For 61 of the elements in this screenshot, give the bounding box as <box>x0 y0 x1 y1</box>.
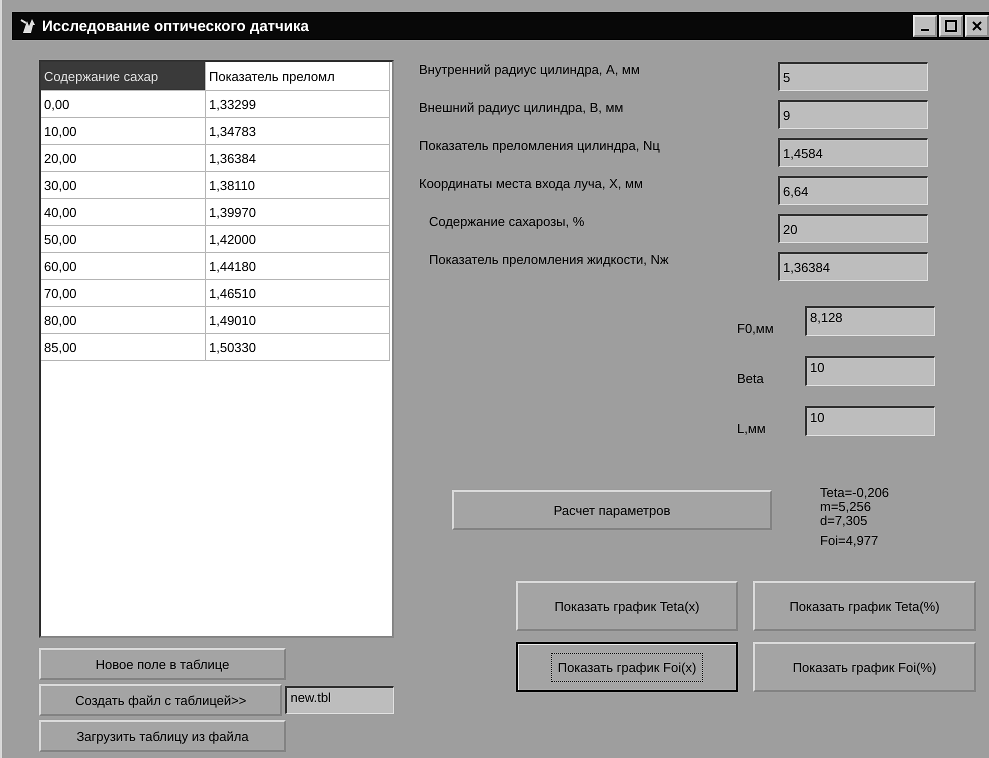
table-cell: 1,46510 <box>206 280 390 307</box>
table-cell: 1,33299 <box>206 91 390 118</box>
table-cell: 60,00 <box>41 253 206 280</box>
table-cell: 40,00 <box>41 199 206 226</box>
table-button[interactable]: Создать файл с таблицей>> <box>39 684 282 716</box>
maximize-button[interactable] <box>939 15 963 37</box>
minimize-icon <box>921 29 929 31</box>
chart-button[interactable]: Показать график Teta(%) <box>753 581 976 631</box>
chart-button[interactable]: Показать график Teta(x) <box>516 581 738 631</box>
table-button[interactable]: Новое поле в таблице <box>39 648 286 680</box>
parameter-label: Координаты места входа луча, X, мм <box>419 176 644 191</box>
parameter-label: L,мм <box>737 421 767 436</box>
table-cell: 1,38110 <box>206 172 390 199</box>
table-cell: 1,36384 <box>206 145 390 172</box>
table-cell: 70,00 <box>41 280 206 307</box>
table-cell: 10,00 <box>41 118 206 145</box>
parameter-label: Показатель преломления цилиндра, Nц <box>419 138 661 153</box>
minimize-button[interactable] <box>913 15 937 37</box>
parameter-label: F0,мм <box>737 321 775 336</box>
parameter-field[interactable]: 10 <box>805 406 935 436</box>
window-title: Исследование оптического датчика <box>42 18 310 34</box>
table-cell: 1,39970 <box>206 199 390 226</box>
column-header[interactable]: Показатель преломл <box>206 62 390 91</box>
parameter-field[interactable]: 1,4584 <box>778 138 928 167</box>
parameter-field[interactable]: 10 <box>805 356 935 386</box>
close-button[interactable] <box>965 15 989 37</box>
chart-button[interactable]: Показать график Foi(%) <box>753 642 976 692</box>
parameter-field[interactable]: 20 <box>778 214 928 243</box>
table-cell: 0,00 <box>41 91 206 118</box>
parameter-label: Beta <box>737 371 765 386</box>
table-cell: 30,00 <box>41 172 206 199</box>
table-button[interactable]: Загрузить таблицу из файла <box>39 720 286 752</box>
table-cell: 1,49010 <box>206 307 390 334</box>
table-cell: 50,00 <box>41 226 206 253</box>
table-cell: 1,50330 <box>206 334 390 361</box>
result-text: Foi=4,977 <box>820 534 880 548</box>
column-header[interactable]: Содержание сахар <box>41 62 206 91</box>
file-name-field[interactable]: new.tbl <box>285 686 394 714</box>
table-cell: 85,00 <box>41 334 206 361</box>
app-icon <box>20 17 38 35</box>
parameter-label: Содержание сахарозы, % <box>428 214 586 229</box>
parameter-label: Показатель преломления жидкости, Nж <box>428 252 670 267</box>
maximize-icon <box>945 20 957 32</box>
parameter-field[interactable]: 5 <box>778 62 928 91</box>
table-cell: 20,00 <box>41 145 206 172</box>
table-cell: 1,34783 <box>206 118 390 145</box>
parameter-field[interactable]: 6,64 <box>778 176 928 205</box>
parameter-label: Внешний радиус цилиндра, В, мм <box>419 100 624 115</box>
result-text: m=5,256 <box>820 500 872 514</box>
parameter-label: Внутренний радиус цилиндра, А, мм <box>419 62 641 77</box>
table-cell: 1,42000 <box>206 226 390 253</box>
parameter-field[interactable]: 8,128 <box>805 306 935 336</box>
close-icon <box>971 20 983 32</box>
calculate-button[interactable]: Расчет параметров <box>452 490 772 530</box>
result-text: d=7,305 <box>820 514 868 528</box>
table-cell: 1,44180 <box>206 253 390 280</box>
table-cell: 80,00 <box>41 307 206 334</box>
parameter-field[interactable]: 9 <box>778 100 928 129</box>
parameter-field[interactable]: 1,36384 <box>778 252 928 281</box>
result-text: Teta=-0,206 <box>820 486 890 500</box>
chart-button[interactable]: Показать график Foi(x) <box>516 642 738 692</box>
